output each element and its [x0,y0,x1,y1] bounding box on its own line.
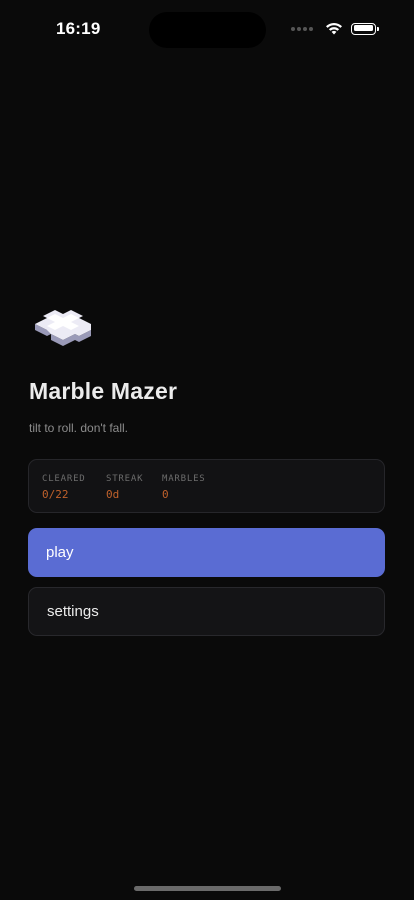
app-title: Marble Mazer [29,378,178,404]
wifi-icon [326,22,342,35]
stat-label: MARBLES [162,474,206,484]
stat-marbles: MARBLES 0 [162,474,206,501]
stat-value: 0 [162,488,169,501]
status-time: 16:19 [56,19,101,38]
cellular-signal-icon [291,26,313,31]
stat-label: CLEARED [42,474,86,484]
stat-streak: STREAK 0d [106,474,143,501]
dynamic-island [149,12,266,48]
home-indicator[interactable] [134,886,281,891]
stat-value: 0d [106,488,120,501]
stats-card: CLEARED 0/22 STREAK 0d MARBLES 0 [28,459,385,513]
battery-icon [351,22,379,35]
cross-block-logo-icon [35,310,91,346]
stat-value: 0/22 [42,488,69,501]
app-tagline: tilt to roll. don't fall. [29,421,128,435]
status-bar: 16:19 [0,0,414,60]
play-button[interactable]: play [28,528,385,577]
stat-label: STREAK [106,474,144,484]
status-icons [291,22,379,35]
stat-cleared: CLEARED 0/22 [42,474,86,501]
settings-button[interactable]: settings [28,587,385,636]
